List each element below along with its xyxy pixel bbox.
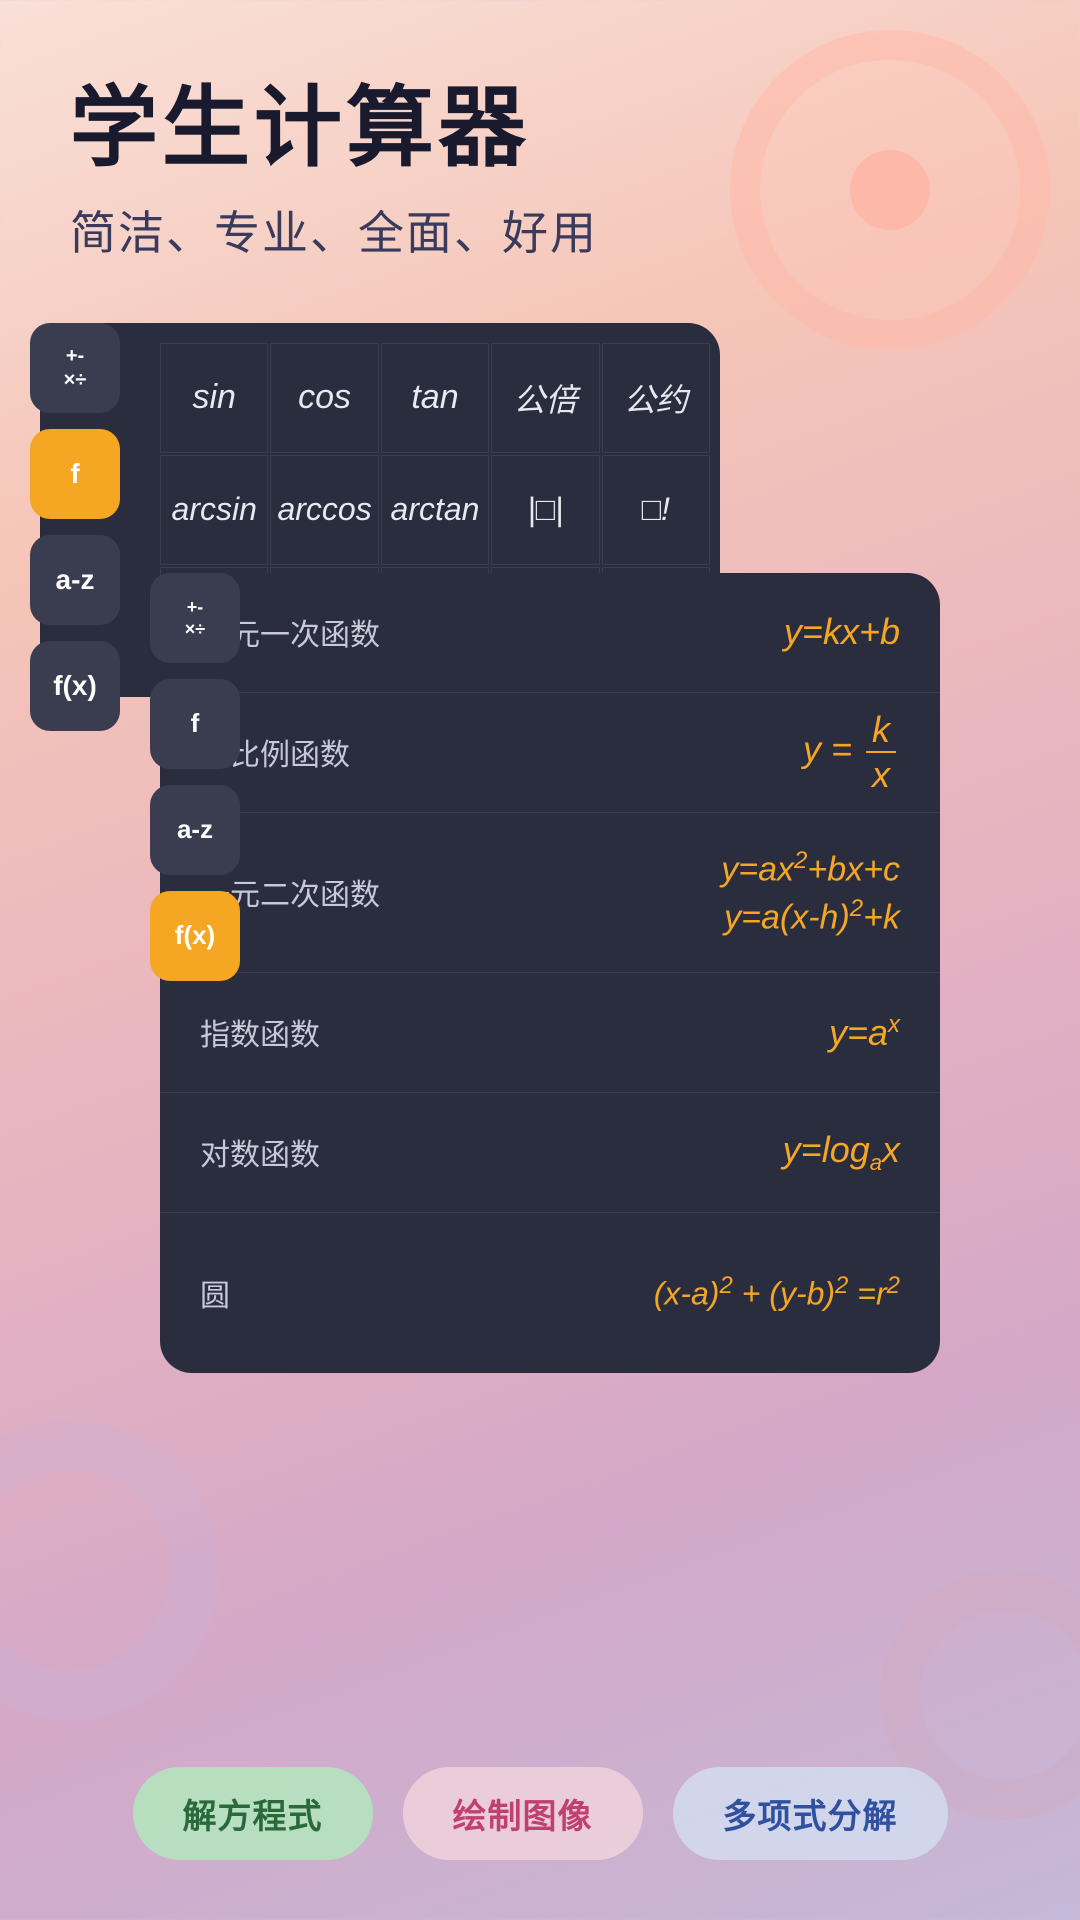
bottom-pills: 解方程式 绘制图像 多项式分解 [0, 1767, 1080, 1860]
f-button[interactable]: f [30, 429, 120, 519]
arcsin-button[interactable]: arcsin [160, 455, 268, 565]
header: 学生计算器 简洁、专业、全面、好用 [0, 0, 1080, 303]
log-func-formula: y=logax [420, 1129, 900, 1176]
quadratic-formula-2: y=a(x-h)2+k [724, 895, 900, 937]
exp-func-formula: y=ax [420, 1011, 900, 1054]
app-subtitle: 简洁、专业、全面、好用 [70, 197, 1010, 263]
func-f-button[interactable]: f [150, 679, 240, 769]
quadratic-func-formulas: y=ax2+bx+c y=a(x-h)2+k [420, 847, 900, 938]
log-func-row[interactable]: 对数函数 y=logax [160, 1093, 940, 1213]
tan-button[interactable]: tan [381, 343, 489, 453]
func-ops-button[interactable]: +- ×÷ [150, 573, 240, 663]
quadratic-func-row[interactable]: 一元二次函数 y=ax2+bx+c y=a(x-h)2+k [160, 813, 940, 973]
arccos-button[interactable]: arccos [270, 455, 378, 565]
circle-formula: (x-a)2 + (y-b)2 =r2 [654, 1272, 900, 1313]
inverse-func-formula: y = kx [420, 708, 900, 796]
ops-icon: +- ×÷ [64, 346, 87, 390]
lcm-button[interactable]: 公倍 [491, 343, 599, 453]
circle-func-label: 圆 [200, 1271, 420, 1315]
linear-func-row[interactable]: 一元一次函数 y=kx+b [160, 573, 940, 693]
arctan-button[interactable]: arctan [381, 455, 489, 565]
gcd-button[interactable]: 公约 [602, 343, 710, 453]
circle-func-formulas: (x-a)2 + (y-b)2 =r2 [420, 1272, 900, 1313]
log-func-label: 对数函数 [200, 1130, 420, 1174]
func-panel-side-buttons: +- ×÷ f a-z f(x) [150, 573, 240, 981]
func-panel: 一元一次函数 y=kx+b 反比例函数 y = kx 一元二次函数 y=ax2+… [160, 573, 940, 1373]
abs-button[interactable]: |□| [491, 455, 599, 565]
cos-button[interactable]: cos [270, 343, 378, 453]
exp-func-row[interactable]: 指数函数 y=ax [160, 973, 940, 1093]
quadratic-formula-1: y=ax2+bx+c [721, 847, 900, 889]
fraction-k-x: kx [866, 708, 896, 796]
draw-graph-button[interactable]: 绘制图像 [403, 1767, 643, 1860]
az-button[interactable]: a-z [30, 535, 120, 625]
func-fx-button[interactable]: f(x) [150, 891, 240, 981]
func-ops-icon: +- ×÷ [185, 598, 205, 638]
sin-button[interactable]: sin [160, 343, 268, 453]
func-az-button[interactable]: a-z [150, 785, 240, 875]
factorial-button[interactable]: □! [602, 455, 710, 565]
linear-func-formula: y=kx+b [420, 611, 900, 653]
exp-func-label: 指数函数 [200, 1010, 420, 1054]
panels-area: +- ×÷ f a-z f(x) sin cos tan 公倍 公约 arcsi… [40, 323, 1040, 1523]
factorize-button[interactable]: 多项式分解 [673, 1767, 948, 1860]
fx-button[interactable]: f(x) [30, 641, 120, 731]
app-title: 学生计算器 [70, 80, 1010, 177]
solve-equation-button[interactable]: 解方程式 [133, 1767, 373, 1860]
inverse-func-row[interactable]: 反比例函数 y = kx [160, 693, 940, 813]
back-panel-side-buttons: +- ×÷ f a-z f(x) [30, 323, 120, 731]
circle-func-row[interactable]: 圆 (x-a)2 + (y-b)2 =r2 [160, 1213, 940, 1373]
ops-button[interactable]: +- ×÷ [30, 323, 120, 413]
